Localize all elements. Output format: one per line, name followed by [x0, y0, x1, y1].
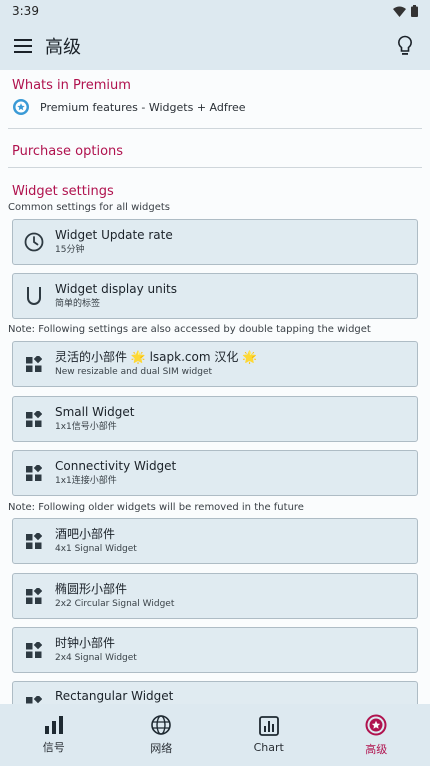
widget-update-rate-card[interactable]: Widget Update rate 15分钟 — [12, 219, 418, 265]
older-widgets-note: Note: Following older widgets will be re… — [8, 502, 304, 513]
card-title: 灵活的小部件 🌟 lsapk.com 汉化 🌟 — [55, 350, 258, 364]
lightbulb-icon[interactable] — [392, 33, 418, 59]
nav-item-premium[interactable]: 高级 — [323, 704, 430, 766]
widget-icon — [13, 518, 55, 564]
common-settings-note: Common settings for all widgets — [8, 202, 171, 213]
card-title: 酒吧小部件 — [55, 527, 116, 541]
wifi-icon — [393, 6, 406, 17]
card-subtitle: 4x1 Signal Widget — [55, 544, 137, 554]
nav-label: 信号 — [42, 740, 65, 754]
widget-icon — [13, 627, 55, 673]
premium-badge-icon — [365, 714, 387, 735]
card-title: Rectangular Widget — [55, 689, 174, 703]
small-widget-card[interactable]: Small Widget 1x1信号小部件 — [12, 396, 418, 442]
card-subtitle: 15分钟 — [55, 245, 85, 255]
flexible-widget-card[interactable]: 灵活的小部件 🌟 lsapk.com 汉化 🌟 New resizable an… — [12, 341, 418, 387]
menu-icon[interactable] — [12, 35, 34, 57]
widget-icon — [13, 682, 55, 704]
battery-icon — [411, 5, 418, 17]
clock-widget-card[interactable]: 时钟小部件 2x4 Signal Widget — [12, 627, 418, 673]
card-title: Widget display units — [55, 282, 177, 296]
card-title: 时钟小部件 — [55, 636, 116, 650]
premium-badge-icon — [12, 98, 30, 116]
bottom-navigation: 信号 网络 Chart 高级 — [0, 704, 430, 766]
rectangular-widget-card[interactable]: Rectangular Widget — [12, 681, 418, 704]
oval-widget-card[interactable]: 椭圆形小部件 2x2 Circular Signal Widget — [12, 573, 418, 619]
nav-label: 高级 — [365, 742, 388, 756]
widget-icon — [13, 450, 55, 496]
card-subtitle: 简单的标签 — [55, 299, 101, 309]
status-icons — [393, 5, 418, 17]
widget-icon — [13, 396, 55, 442]
connectivity-widget-card[interactable]: Connectivity Widget 1x1连接小部件 — [12, 450, 418, 496]
globe-icon — [151, 714, 172, 735]
card-title: Connectivity Widget — [55, 459, 177, 473]
divider — [8, 167, 422, 168]
nav-label: 网络 — [150, 741, 173, 755]
card-subtitle: 1x1信号小部件 — [55, 422, 117, 432]
premium-features-row[interactable]: Premium features - Widgets + Adfree — [0, 92, 430, 122]
units-icon — [13, 273, 55, 319]
signal-bars-icon — [44, 715, 63, 734]
nav-item-chart[interactable]: Chart — [215, 704, 323, 766]
purchase-options-link[interactable]: Purchase options — [0, 139, 430, 164]
nav-item-network[interactable]: 网络 — [108, 704, 216, 766]
card-title: 椭圆形小部件 — [55, 582, 128, 596]
chart-icon — [258, 716, 279, 736]
nav-item-signal[interactable]: 信号 — [0, 704, 108, 766]
page-title: 高级 — [45, 37, 81, 58]
bar-widget-card[interactable]: 酒吧小部件 4x1 Signal Widget — [12, 518, 418, 564]
widget-icon — [13, 573, 55, 619]
settings-list[interactable]: Whats in Premium Premium features - Widg… — [0, 70, 430, 704]
card-subtitle: 1x1连接小部件 — [55, 476, 117, 486]
clock-icon — [13, 219, 55, 265]
card-subtitle: 2x2 Circular Signal Widget — [55, 599, 175, 609]
status-time: 3:39 — [12, 4, 39, 18]
widget-icon — [13, 341, 55, 387]
card-title: Small Widget — [55, 405, 135, 419]
card-subtitle: New resizable and dual SIM widget — [55, 367, 213, 377]
status-bar: 3:39 — [0, 0, 430, 22]
divider — [8, 128, 422, 129]
card-subtitle: 2x4 Signal Widget — [55, 653, 137, 663]
widget-display-units-card[interactable]: Widget display units 简单的标签 — [12, 273, 418, 319]
nav-label: Chart — [253, 741, 284, 754]
double-tap-note: Note: Following settings are also access… — [8, 324, 371, 335]
premium-features-label: Premium features - Widgets + Adfree — [40, 100, 246, 114]
app-bar: 高级 — [0, 22, 430, 70]
card-title: Widget Update rate — [55, 228, 173, 242]
